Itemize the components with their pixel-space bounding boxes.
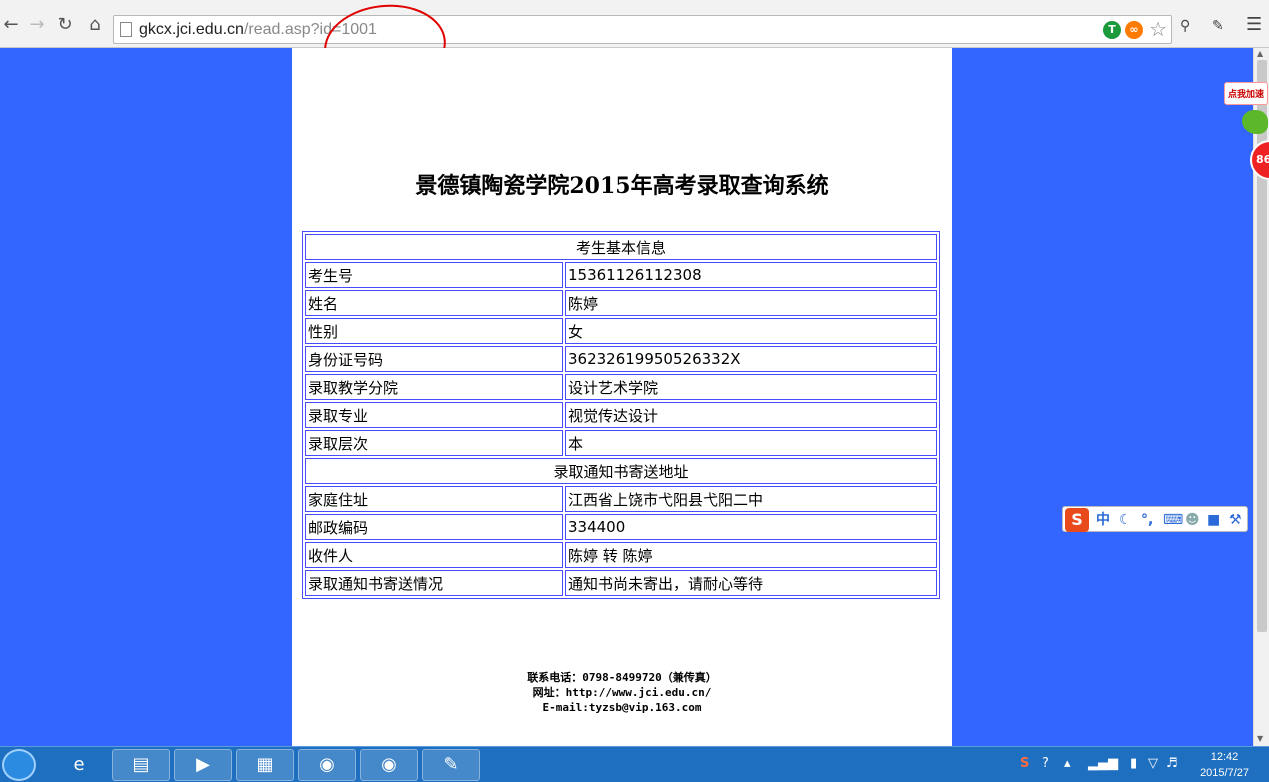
url-host: gkcx.jci.edu.cn — [139, 21, 244, 38]
page-title: 景德镇陶瓷学院2015年高考录取查询系统 — [415, 173, 829, 199]
row-value: 视觉传达设计 — [565, 402, 937, 428]
shield-extension-icon[interactable]: T — [1103, 21, 1121, 39]
table-row: 家庭住址 江西省上饶市弋阳县弋阳二中 — [305, 486, 937, 512]
row-value: 江西省上饶市弋阳县弋阳二中 — [565, 486, 937, 512]
row-value: 女 — [565, 318, 937, 344]
scroll-down-icon[interactable]: ▼ — [1257, 734, 1263, 743]
ime-logo-icon[interactable]: S — [1065, 508, 1089, 532]
url-text[interactable]: gkcx.jci.edu.cn/read.asp?id=1001 — [139, 21, 377, 39]
footer-email[interactable]: E-mail:tyzsb@vip.163.com — [292, 700, 952, 715]
section-header-mail: 录取通知书寄送地址 — [305, 458, 937, 484]
section-header-basic: 考生基本信息 — [305, 234, 937, 260]
scroll-up-icon[interactable]: ▲ — [1257, 49, 1263, 58]
sogou-tray-icon[interactable]: S — [1020, 756, 1029, 771]
footer-phone: 联系电话：0798-8499720（兼传真） — [527, 671, 717, 684]
row-label: 性别 — [305, 318, 563, 344]
clock-date: 2015/7/27 — [1200, 767, 1249, 779]
clock[interactable]: 12:42 2015/7/27 — [1200, 749, 1249, 781]
footer-website[interactable]: 网址：http://www.jci.edu.cn/ — [292, 685, 952, 700]
translate-extension-icon[interactable]: ✎ — [1212, 18, 1224, 34]
signal-icon[interactable]: ▂▄▆ — [1088, 756, 1118, 771]
page-content: 景德镇陶瓷学院2015年高考录取查询系统 考生基本信息 考生号 153611261… — [292, 48, 952, 746]
search-extension-icon[interactable]: ⚲ — [1180, 18, 1190, 34]
media-player-icon[interactable]: ▶ — [174, 749, 232, 781]
leaf-icon — [1242, 110, 1268, 134]
clock-time: 12:42 — [1210, 751, 1239, 763]
keyboard-icon[interactable]: ⌨ — [1163, 511, 1183, 529]
tray-expand-icon[interactable]: ▴ — [1064, 756, 1071, 771]
contact-footer: 联系电话：0798-8499720（兼传真） 网址：http://www.jci… — [292, 670, 952, 715]
moon-icon[interactable]: ☾ — [1119, 511, 1132, 529]
table-row: 姓名 陈婷 — [305, 290, 937, 316]
row-label: 姓名 — [305, 290, 563, 316]
start-button[interactable] — [2, 749, 36, 781]
browser-toolbar: ← → ↻ ⌂ gkcx.jci.edu.cn/read.asp?id=1001… — [0, 0, 1269, 48]
table-row: 邮政编码 334400 — [305, 514, 937, 540]
row-value: 334400 — [565, 514, 937, 540]
section-row-basic: 考生基本信息 — [305, 234, 937, 260]
url-path: /read.asp?id=1001 — [243, 21, 377, 38]
table-row: 录取专业 视觉传达设计 — [305, 402, 937, 428]
row-label: 邮政编码 — [305, 514, 563, 540]
row-value: 本 — [565, 430, 937, 456]
row-label: 录取教学分院 — [305, 374, 563, 400]
row-label: 录取通知书寄送情况 — [305, 570, 563, 596]
user-icon[interactable]: ☻ — [1185, 511, 1200, 529]
ie-icon[interactable]: e — [50, 749, 108, 781]
row-value: 15361126112308 — [565, 262, 937, 288]
notepad-icon[interactable]: ✎ — [422, 749, 480, 781]
menu-icon[interactable]: ☰ — [1246, 14, 1262, 35]
table-row: 性别女 — [305, 318, 937, 344]
taskbar: e ▤ ▶ ▦ ◉ ◉ ✎ S ? ▴ ▂▄▆ ▮ ▽ ♬ 12:42 2015… — [0, 746, 1269, 782]
shirt-icon[interactable]: ■ — [1207, 511, 1220, 529]
punctuation-icon[interactable]: °, — [1141, 511, 1153, 529]
page-icon — [120, 22, 132, 37]
app-grid-icon[interactable]: ▦ — [236, 749, 294, 781]
battery-icon[interactable]: ▮ — [1130, 756, 1137, 771]
row-label: 录取专业 — [305, 402, 563, 428]
table-row: 录取通知书寄送情况 通知书尚未寄出，请耐心等待 — [305, 570, 937, 596]
ime-toolbar[interactable]: S 中 ☾ °, ⌨ ☻ ■ ⚒ — [1062, 506, 1248, 532]
row-value: 陈婷 转 陈婷 — [565, 542, 937, 568]
help-icon[interactable]: ? — [1042, 756, 1049, 771]
table-row: 身份证号码 36232619950526332X — [305, 346, 937, 372]
row-label: 身份证号码 — [305, 346, 563, 372]
row-value: 陈婷 — [565, 290, 937, 316]
volume-icon[interactable]: ♬ — [1166, 756, 1178, 771]
folder-icon[interactable]: ▤ — [112, 749, 170, 781]
loop-extension-icon[interactable]: ∞ — [1125, 21, 1143, 39]
row-value: 通知书尚未寄出，请耐心等待 — [565, 570, 937, 596]
row-label: 收件人 — [305, 542, 563, 568]
table-row: 收件人 陈婷 转 陈婷 — [305, 542, 937, 568]
row-label: 录取层次 — [305, 430, 563, 456]
forward-icon[interactable]: → — [26, 14, 48, 36]
wrench-icon[interactable]: ⚒ — [1229, 511, 1242, 529]
section-row-mail: 录取通知书寄送地址 — [305, 458, 937, 484]
admission-info-table: 考生基本信息 考生号 15361126112308 姓名 陈婷 性别女 身份证号码 3… — [302, 231, 940, 599]
system-tray: S ? ▴ ▂▄▆ ▮ ▽ ♬ 12:42 2015/7/27 — [1018, 747, 1269, 782]
reload-icon[interactable]: ↻ — [54, 14, 76, 36]
address-bar[interactable]: gkcx.jci.edu.cn/read.asp?id=1001 T ∞ ☆ — [113, 15, 1172, 44]
network-icon[interactable]: ▽ — [1148, 756, 1158, 771]
chrome-icon[interactable]: ◉ — [298, 749, 356, 781]
back-icon[interactable]: ← — [0, 14, 22, 36]
accelerator-widget[interactable]: 点我加速 86 — [1224, 82, 1269, 182]
star-icon[interactable]: ☆ — [1149, 18, 1167, 40]
table-row: 录取层次本 — [305, 430, 937, 456]
row-label: 考生号 — [305, 262, 563, 288]
table-row: 考生号 15361126112308 — [305, 262, 937, 288]
accelerator-badge[interactable]: 86 — [1250, 140, 1269, 180]
ime-mode-toggle[interactable]: 中 — [1096, 511, 1110, 529]
row-label: 家庭住址 — [305, 486, 563, 512]
accelerator-label[interactable]: 点我加速 — [1224, 82, 1269, 105]
table-row: 录取教学分院 设计艺术学院 — [305, 374, 937, 400]
firefox-icon[interactable]: ◉ — [360, 749, 418, 781]
row-value: 设计艺术学院 — [565, 374, 937, 400]
row-value: 36232619950526332X — [565, 346, 937, 372]
home-icon[interactable]: ⌂ — [84, 14, 106, 36]
